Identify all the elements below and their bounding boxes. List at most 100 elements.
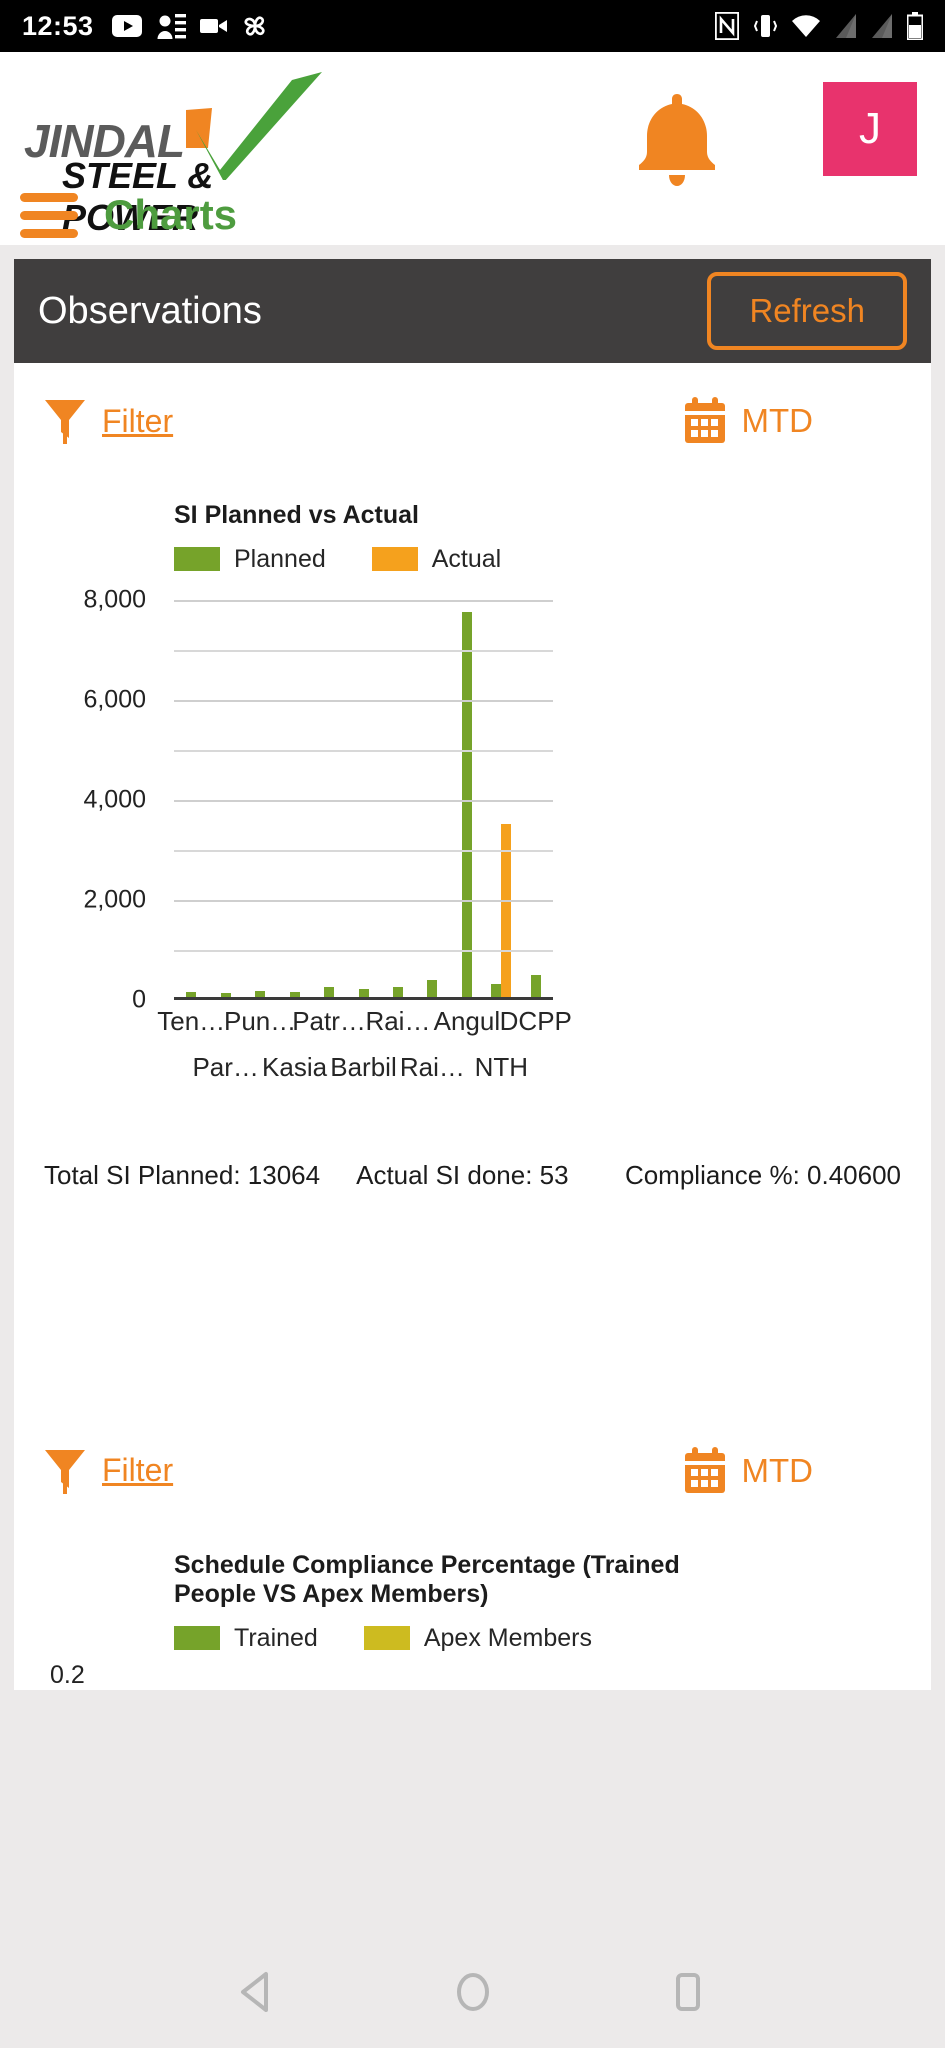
legend-swatch-apex-members bbox=[363, 1626, 410, 1650]
legend-item-planned: Planned bbox=[174, 545, 326, 574]
bell-icon[interactable] bbox=[631, 90, 723, 191]
y-tick-label: 6,000 bbox=[83, 685, 146, 713]
total-si-planned: Total SI Planned: 13064 bbox=[44, 1159, 321, 1190]
fan-icon bbox=[244, 16, 265, 36]
calendar-icon bbox=[684, 397, 725, 443]
legend-label-apex-members: Apex Members bbox=[423, 1623, 592, 1652]
avatar[interactable]: J bbox=[823, 82, 917, 176]
actual-si-done: Actual SI done: 53 bbox=[356, 1159, 569, 1190]
x-tick-label: Ten… bbox=[157, 1005, 226, 1036]
legend-label-trained: Trained bbox=[234, 1623, 318, 1652]
observations-title: Observations bbox=[38, 289, 262, 332]
nav-home-button[interactable] bbox=[450, 1969, 496, 2020]
refresh-button[interactable]: Refresh bbox=[707, 272, 907, 350]
y-axis-labels-1: 0 2,000 4,000 6,000 8,000 bbox=[14, 585, 156, 1013]
vibrate-icon bbox=[753, 15, 777, 37]
date-range-control-1[interactable]: MTD bbox=[682, 397, 813, 445]
filter-label-2: Filter bbox=[102, 1452, 174, 1488]
legend-swatch-trained bbox=[174, 1626, 220, 1650]
date-range-label-2: MTD bbox=[741, 1451, 813, 1489]
gridline bbox=[174, 799, 553, 802]
bar-planned bbox=[289, 992, 300, 997]
filter-bar-1: Filter MTD bbox=[14, 363, 931, 465]
chart-legend-2: Trained Apex Members bbox=[14, 1610, 931, 1653]
x-tick-label: NTH bbox=[474, 1051, 529, 1082]
y-tick-label: 2,000 bbox=[83, 885, 146, 913]
video-camera-icon bbox=[199, 19, 227, 33]
x-axis-line-1 bbox=[174, 996, 553, 1000]
gridline-minor bbox=[174, 849, 553, 852]
x-tick-label: Rai… bbox=[365, 1005, 431, 1036]
status-bar-clock: 12:53 bbox=[22, 10, 94, 41]
chart-panel-1: Filter MTD SI Planned vs Actual Planned … bbox=[14, 363, 931, 1690]
x-tick-label: Patr… bbox=[292, 1005, 366, 1036]
bar-planned bbox=[220, 993, 231, 997]
compliance-percentage: Compliance %: 0.40600 bbox=[624, 1159, 901, 1190]
nfc-icon bbox=[715, 12, 739, 40]
home-circle-icon bbox=[456, 1972, 489, 2011]
bar-planned bbox=[255, 990, 266, 997]
signal-2-icon bbox=[872, 14, 892, 38]
recents-square-icon bbox=[675, 1972, 700, 2011]
status-bar-right-icons bbox=[715, 12, 923, 40]
chart-totals-1: Total SI Planned: 13064 Actual SI done: … bbox=[14, 1098, 931, 1217]
page-body: Observations Refresh Filter MTD SI Plann… bbox=[0, 245, 945, 1940]
chart-legend-1: Planned Actual bbox=[14, 531, 931, 574]
x-tick-label: Kasia bbox=[262, 1051, 328, 1082]
back-triangle-icon bbox=[240, 1971, 268, 2012]
chart-bars-1 bbox=[174, 600, 553, 997]
app-screen: 12:53 JINDAL STEEL & POWER J Charts Obse… bbox=[0, 0, 945, 2048]
jindal-logo: JINDAL STEEL & POWER bbox=[24, 72, 324, 238]
avatar-initial: J bbox=[859, 104, 881, 153]
bar-planned bbox=[186, 991, 197, 997]
y-tick-label: 8,000 bbox=[83, 585, 146, 613]
schedule-compliance-chart: Schedule Compliance Percentage (Trained … bbox=[14, 1515, 931, 1690]
bar-planned bbox=[530, 975, 541, 997]
signal-1-icon bbox=[836, 14, 856, 38]
filter-control-1[interactable]: Filter bbox=[44, 398, 173, 444]
legend-item-trained: Trained bbox=[174, 1624, 318, 1653]
nav-back-button[interactable] bbox=[235, 1969, 281, 2020]
nav-recents-button[interactable] bbox=[665, 1969, 711, 2020]
bar-planned bbox=[392, 987, 403, 997]
chart-title-2: Schedule Compliance Percentage (Trained … bbox=[174, 1550, 680, 1609]
filter-label-1: Filter bbox=[102, 402, 174, 439]
youtube-icon bbox=[111, 15, 142, 37]
x-tick-label: DCPP bbox=[499, 1005, 572, 1036]
calendar-icon bbox=[684, 1446, 725, 1493]
legend-label-planned: Planned bbox=[234, 544, 326, 573]
chart-title-1: SI Planned vs Actual bbox=[174, 501, 419, 529]
bar-planned bbox=[358, 989, 369, 997]
x-tick-label: Rai… bbox=[399, 1051, 465, 1082]
funnel-icon bbox=[45, 400, 85, 444]
legend-swatch-planned bbox=[174, 547, 220, 571]
gridline-minor bbox=[174, 749, 553, 752]
legend-label-actual: Actual bbox=[431, 544, 502, 573]
funnel-icon bbox=[45, 1449, 85, 1494]
bar-group bbox=[514, 600, 558, 997]
app-header: JINDAL STEEL & POWER J Charts bbox=[0, 52, 945, 245]
date-range-control-2[interactable]: MTD bbox=[682, 1446, 813, 1495]
page-title: Charts bbox=[104, 191, 238, 238]
gridline-minor bbox=[174, 949, 553, 952]
status-bar-left-icons bbox=[111, 12, 268, 40]
si-planned-vs-actual-chart: SI Planned vs Actual Planned Actual 0 2,0… bbox=[14, 465, 931, 1098]
filter-bar-2: Filter MTD bbox=[14, 1413, 931, 1515]
gridline-minor bbox=[174, 649, 553, 652]
contacts-sync-icon bbox=[157, 14, 186, 39]
chart-2-first-ytick: 0.2 bbox=[50, 1660, 85, 1689]
x-tick-label: Angul bbox=[433, 1005, 501, 1036]
system-nav-bar bbox=[0, 1940, 945, 2048]
bar-planned bbox=[324, 986, 335, 997]
title-row: Charts bbox=[0, 191, 237, 239]
hamburger-icon[interactable] bbox=[20, 192, 78, 238]
y-tick-label: 4,000 bbox=[83, 785, 146, 813]
chart-gap-1 bbox=[14, 1216, 931, 1413]
bar-planned bbox=[491, 984, 502, 997]
filter-control-2[interactable]: Filter bbox=[44, 1448, 173, 1494]
date-range-label-1: MTD bbox=[741, 402, 813, 439]
gridline bbox=[174, 699, 553, 702]
legend-item-actual: Actual bbox=[371, 544, 502, 574]
x-axis-labels-1: Ten… Par… Pun… Kasia Patr… Barbil Rai… Rai… Angu… bbox=[14, 1006, 931, 1098]
legend-item-apex-members: Apex Members bbox=[363, 1623, 592, 1653]
